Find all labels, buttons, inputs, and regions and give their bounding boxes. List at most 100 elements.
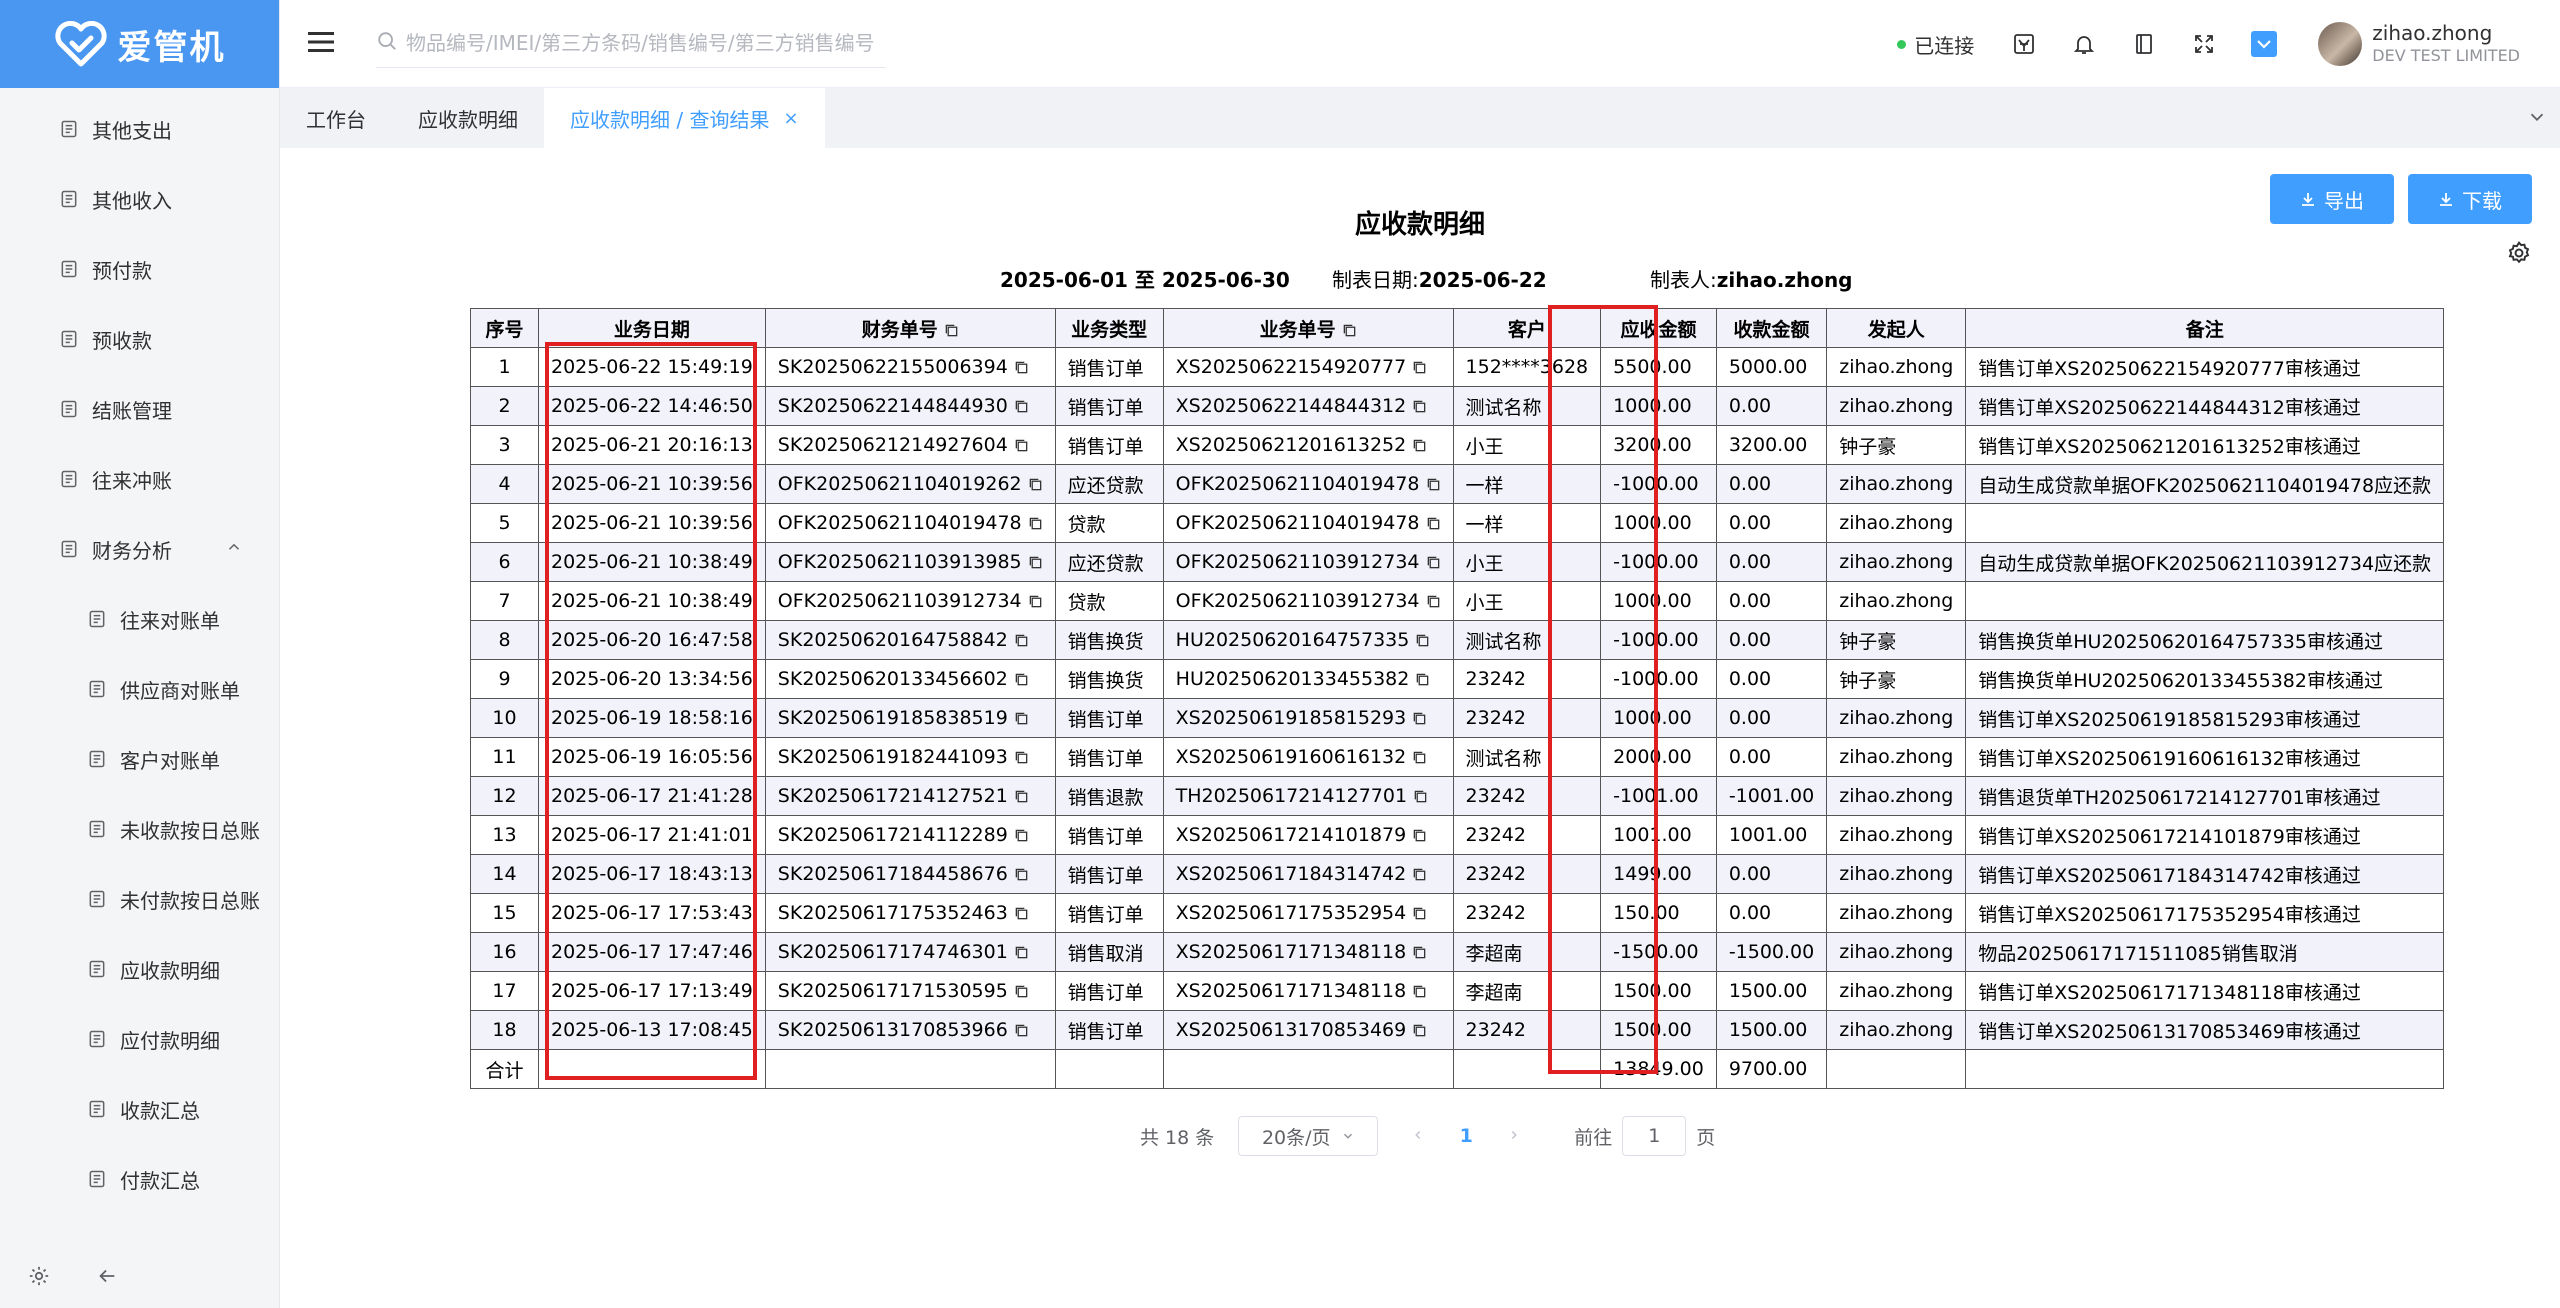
tab-workbench[interactable]: 工作台 [280, 88, 392, 148]
sidebar-subitem-3[interactable]: 未收款按日总账 [0, 794, 279, 864]
tab-receivable-result[interactable]: 应收款明细 / 查询结果 × [544, 88, 825, 148]
next-page-icon[interactable] [1494, 1125, 1534, 1147]
chevron-down-icon[interactable] [2526, 106, 2548, 132]
copy-icon[interactable] [1014, 711, 1029, 726]
sidebar-subitem-6[interactable]: 应付款明细 [0, 1004, 279, 1074]
sidebar-subitem-0[interactable]: 往来对账单 [0, 584, 279, 654]
copy-icon[interactable] [1014, 750, 1029, 765]
bell-icon[interactable] [2070, 30, 2098, 58]
copy-icon[interactable] [1412, 360, 1427, 375]
copy-icon[interactable] [1415, 633, 1430, 648]
copy-icon[interactable] [1014, 1023, 1029, 1038]
sidebar-subitem-8[interactable]: 付款汇总 [0, 1144, 279, 1214]
copy-icon[interactable] [1413, 789, 1428, 804]
document-icon [86, 608, 108, 630]
user-profile[interactable]: zihao.zhong DEV TEST LIMITED [2318, 21, 2520, 67]
copy-icon[interactable] [1014, 789, 1029, 804]
copy-icon[interactable] [1426, 555, 1441, 570]
copy-icon[interactable] [1028, 516, 1043, 531]
copy-icon[interactable] [1426, 477, 1441, 492]
copy-icon[interactable] [1426, 516, 1441, 531]
cell-text: 2025-06-21 10:38:49 [551, 551, 753, 573]
sidebar-subitem-4[interactable]: 未付款按日总账 [0, 864, 279, 934]
sidebar-item-3[interactable]: 预收款 [0, 304, 279, 374]
copy-icon[interactable] [1028, 555, 1043, 570]
copy-icon[interactable] [1412, 945, 1427, 960]
table-cell: 0.00 [1715, 503, 1828, 543]
copy-icon[interactable] [1014, 633, 1029, 648]
cell-text: 2025-06-13 17:08:45 [551, 1019, 753, 1041]
copy-icon[interactable] [1014, 828, 1029, 843]
cell-text: 0.00 [1728, 746, 1772, 768]
cell-text: 5 [498, 512, 511, 534]
copy-icon[interactable] [1014, 984, 1029, 999]
sidebar-item-4[interactable]: 结账管理 [0, 374, 279, 444]
table-cell: 小王 [1452, 425, 1602, 465]
sidebar-item-5[interactable]: 往来冲账 [0, 444, 279, 514]
copy-icon[interactable] [1412, 867, 1427, 882]
copy-icon[interactable] [1412, 906, 1427, 921]
sidebar-item-6[interactable]: 财务分析 [0, 514, 279, 584]
copy-icon[interactable] [1412, 828, 1427, 843]
cell-text: OFK20250621103912734 [1175, 551, 1420, 573]
copy-icon[interactable] [1412, 1023, 1427, 1038]
copy-icon[interactable] [1014, 360, 1029, 375]
sidebar-subitem-1[interactable]: 供应商对账单 [0, 654, 279, 724]
report-maker: 制表人:zihao.zhong [1650, 264, 1853, 293]
cell-text: zihao.zhong [1839, 551, 1954, 573]
copy-icon[interactable] [1028, 477, 1043, 492]
copy-icon[interactable] [1412, 438, 1427, 453]
copy-icon[interactable] [1014, 438, 1029, 453]
copy-icon[interactable] [1014, 945, 1029, 960]
table-cell: zihao.zhong [1826, 815, 1967, 855]
cell-text: -1001.00 [1613, 785, 1699, 807]
copy-icon[interactable] [944, 323, 959, 338]
sidebar-subitem-7[interactable]: 收款汇总 [0, 1074, 279, 1144]
copy-icon[interactable] [1014, 906, 1029, 921]
copy-icon[interactable] [1014, 867, 1029, 882]
copy-icon[interactable] [1415, 672, 1430, 687]
copy-icon[interactable] [1014, 672, 1029, 687]
sidebar-subitem-5[interactable]: 应收款明细 [0, 934, 279, 1004]
cell-text: 15 [492, 902, 517, 924]
page-number[interactable]: 1 [1446, 1125, 1486, 1147]
table-cell: 销售订单XS20250622144844312审核通过 [1965, 386, 2445, 426]
copy-icon[interactable] [1412, 984, 1427, 999]
prev-page-icon[interactable] [1398, 1125, 1438, 1147]
tab-label: 应收款明细 [418, 107, 518, 132]
close-icon[interactable]: × [783, 108, 798, 129]
app-logo[interactable]: 爱管机 [0, 0, 279, 88]
table-cell: 销售订单 [1054, 386, 1164, 426]
page-size-select[interactable]: 20条/页 [1238, 1116, 1379, 1156]
sidebar-subitem-label: 未付款按日总账 [120, 888, 260, 913]
tab-receivable-detail[interactable]: 应收款明细 [392, 88, 544, 148]
dropdown-square-icon[interactable] [2250, 30, 2278, 58]
sidebar-item-2[interactable]: 预付款 [0, 234, 279, 304]
settings-gear-icon[interactable] [2506, 240, 2532, 270]
copy-icon[interactable] [1412, 750, 1427, 765]
cell-text: 销售取消 [1067, 942, 1144, 965]
copy-icon[interactable] [1342, 323, 1357, 338]
gear-icon[interactable] [28, 1265, 50, 1291]
copy-icon[interactable] [1412, 399, 1427, 414]
book-icon[interactable] [2130, 30, 2158, 58]
table-cell: SK20250617174746301 [764, 932, 1056, 972]
fullscreen-icon[interactable] [2190, 30, 2218, 58]
sidebar-item-1[interactable]: 其他收入 [0, 164, 279, 234]
sidebar-subitem-2[interactable]: 客户对账单 [0, 724, 279, 794]
collapse-arrow-icon[interactable] [96, 1265, 118, 1291]
menu-toggle-icon[interactable] [308, 30, 338, 58]
cell-text: zihao.zhong [1839, 785, 1954, 807]
scale-icon[interactable] [2010, 30, 2038, 58]
table-row: 1 2025-06-22 15:49:19 SK20250622155006394 销… [470, 347, 2445, 387]
copy-icon[interactable] [1412, 711, 1427, 726]
copy-icon[interactable] [1426, 594, 1441, 609]
table-cell: zihao.zhong [1826, 347, 1967, 387]
search-input[interactable] [406, 31, 876, 55]
goto-page-input[interactable] [1622, 1116, 1687, 1156]
copy-icon[interactable] [1028, 594, 1043, 609]
cell-text: 1000.00 [1613, 512, 1692, 534]
table-cell: 13 [470, 815, 539, 855]
copy-icon[interactable] [1014, 399, 1029, 414]
sidebar-item-0[interactable]: 其他支出 [0, 94, 279, 164]
